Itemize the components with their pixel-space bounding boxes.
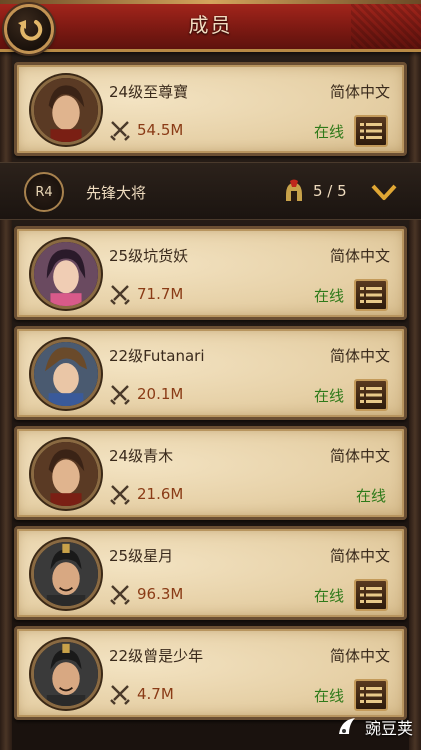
avatar (31, 239, 101, 309)
member-language: 简体中文 (329, 347, 390, 365)
member-language: 简体中文 (329, 647, 390, 665)
member-card[interactable]: 25级星月 简体中文 96.3M 在线 (14, 526, 407, 620)
member-language: 简体中文 (329, 83, 390, 101)
online-status: 在线 (313, 287, 344, 305)
crossed-swords-icon (110, 585, 130, 605)
member-name: 22级Futanari (109, 347, 205, 365)
avatar (31, 639, 101, 709)
pea-logo-icon (338, 718, 355, 734)
member-power: 4.7M (109, 683, 174, 705)
member-name: 24级青木 (109, 447, 174, 465)
avatar (31, 439, 101, 509)
member-menu-button[interactable] (354, 115, 388, 147)
power-value: 54.5M (137, 121, 184, 139)
helmet-icon (286, 179, 302, 201)
list-icon (360, 687, 382, 703)
watermark: 豌豆荚 (335, 714, 413, 740)
member-power: 20.1M (109, 383, 183, 405)
power-value: 96.3M (137, 585, 184, 603)
power-value: 71.7M (137, 285, 184, 303)
member-menu-button[interactable] (354, 279, 388, 311)
page-title: 成员 (188, 13, 233, 37)
crossed-swords-icon (110, 121, 130, 141)
list-icon (360, 287, 382, 303)
member-name: 22级曾是少年 (109, 647, 204, 665)
rank-group-header[interactable]: R4 先锋大将 5 / 5 (0, 162, 421, 220)
online-status: 在线 (313, 123, 344, 141)
crossed-swords-icon (110, 285, 130, 305)
list-icon (360, 587, 382, 603)
member-power: 54.5M (109, 119, 183, 141)
member-card[interactable]: 25级坑货妖 简体中文 71.7M 在线 (14, 226, 407, 320)
member-language: 简体中文 (329, 247, 390, 265)
member-card[interactable]: 22级Futanari 简体中文 20.1M 在线 (14, 326, 407, 420)
member-name: 24级至尊寶 (109, 83, 189, 101)
rank-title: 先锋大将 (86, 184, 147, 202)
member-power: 21.6M (109, 483, 183, 505)
member-card[interactable]: 24级青木 简体中文 21.6M 在线 (14, 426, 407, 520)
power-value: 21.6M (137, 485, 184, 503)
online-status: 在线 (313, 587, 344, 605)
member-menu-button[interactable] (354, 579, 388, 611)
list-icon (360, 387, 382, 403)
avatar (31, 75, 101, 145)
member-menu-button[interactable] (354, 379, 388, 411)
back-button[interactable] (4, 4, 54, 54)
online-status: 在线 (313, 687, 344, 705)
header-bar: 成员 (0, 0, 421, 52)
avatar (31, 539, 101, 609)
member-card[interactable]: 22级曾是少年 简体中文 4.7M 在线 (14, 626, 407, 720)
chevron-down-icon[interactable] (371, 183, 397, 201)
power-value: 4.7M (137, 685, 174, 703)
back-arrow-icon (18, 20, 43, 41)
online-status: 在线 (355, 487, 386, 505)
rank-badge: R4 (24, 172, 64, 212)
crossed-swords-icon (110, 385, 130, 405)
watermark-text: 豌豆荚 (364, 719, 413, 738)
crossed-swords-icon (110, 485, 130, 505)
member-language: 简体中文 (329, 547, 390, 565)
member-name: 25级坑货妖 (109, 247, 189, 265)
power-value: 20.1M (137, 385, 184, 403)
crossed-swords-icon (110, 685, 130, 705)
list-icon (360, 123, 382, 139)
member-card[interactable]: 24级至尊寶 简体中文 54.5M 在线 (14, 62, 407, 156)
avatar (31, 339, 101, 409)
member-power: 96.3M (109, 583, 183, 605)
member-name: 25级星月 (109, 547, 174, 565)
member-menu-button[interactable] (354, 679, 388, 711)
online-status: 在线 (313, 387, 344, 405)
member-list: 24级至尊寶 简体中文 54.5M 在线 R4 先锋大将 5 / 5 25级坑货… (0, 62, 421, 726)
member-language: 简体中文 (329, 447, 390, 465)
member-power: 71.7M (109, 283, 183, 305)
rank-count: 5 / 5 (313, 182, 347, 200)
